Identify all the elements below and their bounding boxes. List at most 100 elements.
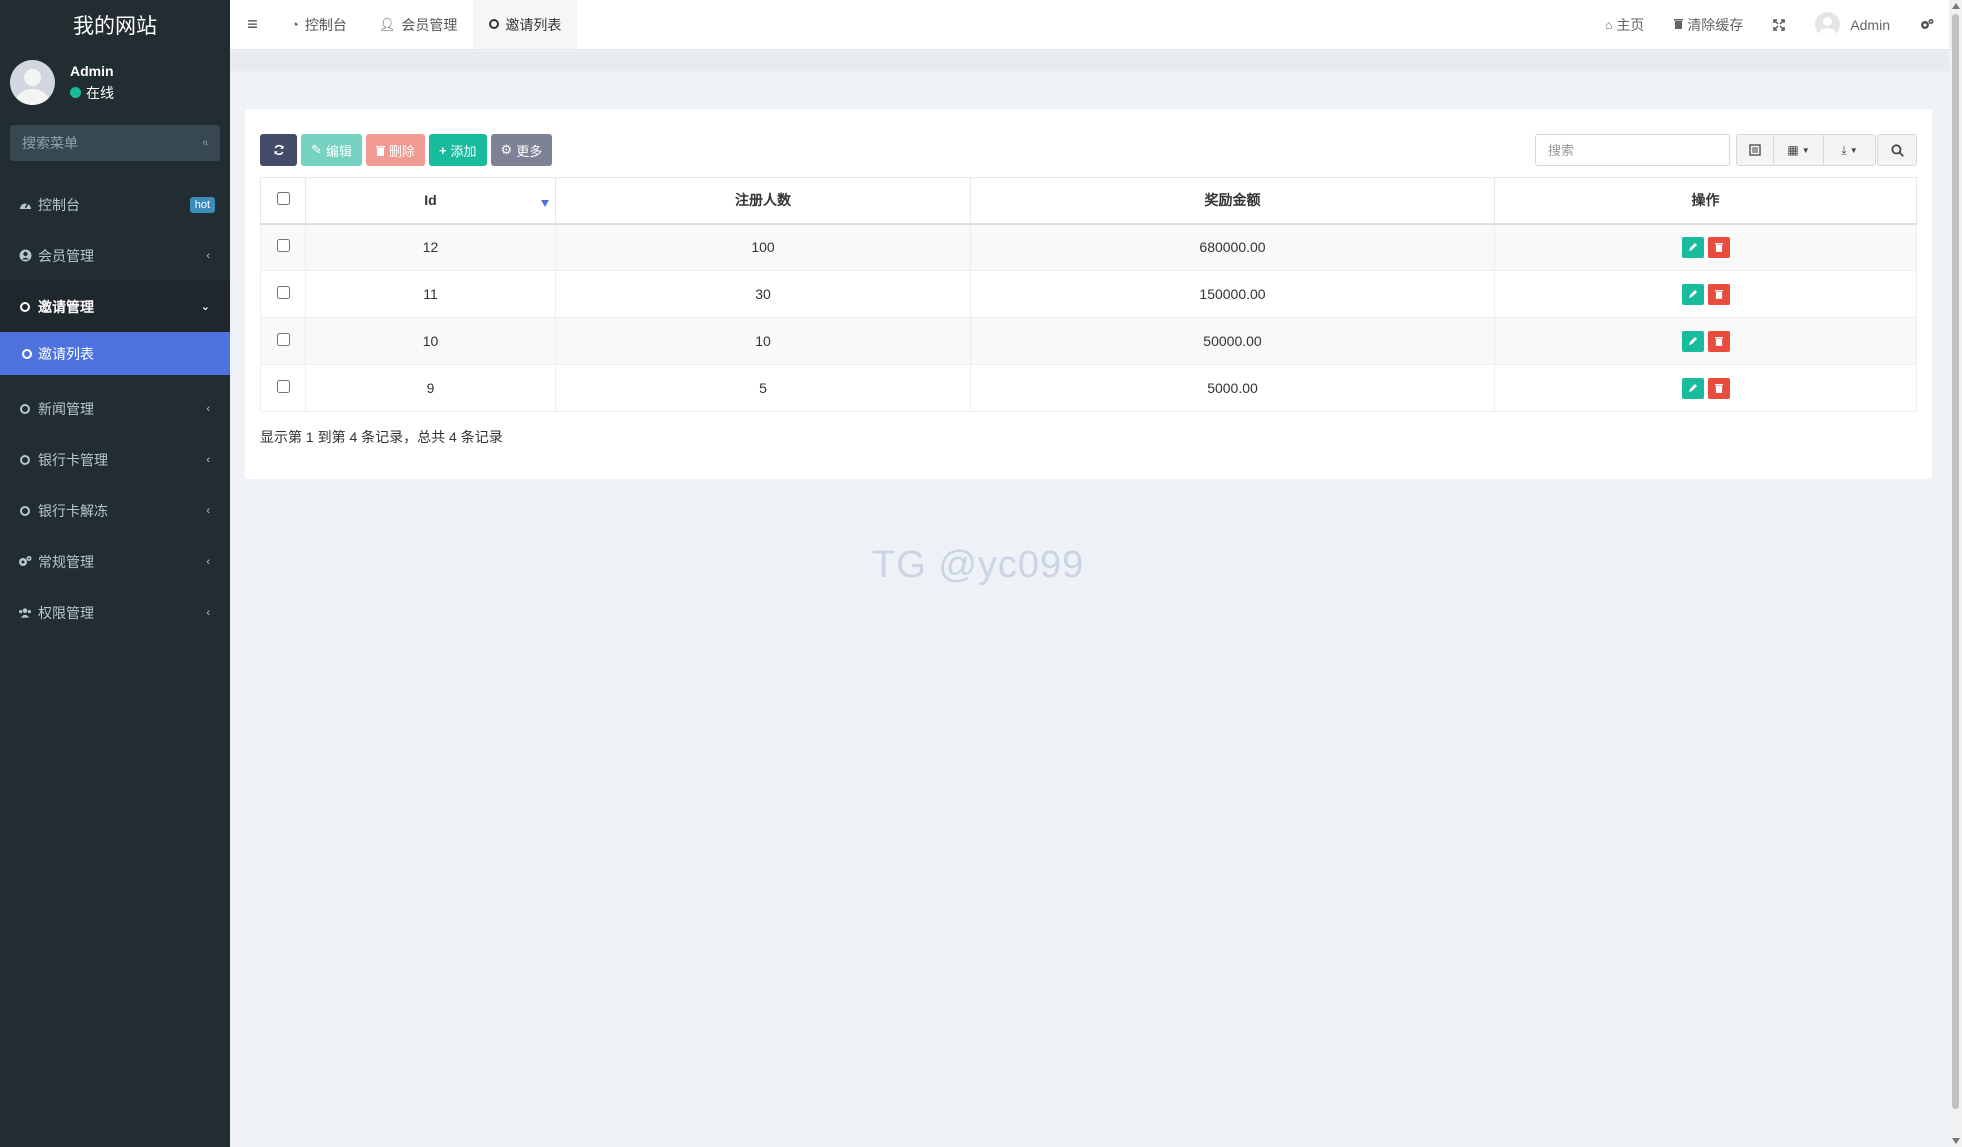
refresh-button[interactable] bbox=[260, 134, 297, 166]
user-menu[interactable]: Admin bbox=[1800, 0, 1905, 50]
card-view-button[interactable] bbox=[1736, 134, 1774, 166]
column-header-registrations: 注册人数 bbox=[555, 177, 971, 225]
tab-label: 邀请列表 bbox=[505, 16, 562, 33]
cell-reward: 150000.00 bbox=[970, 270, 1495, 318]
cell-actions bbox=[1494, 364, 1917, 412]
sidebar-item-bank-unfreeze[interactable]: 银行卡解冻 ‹ bbox=[0, 485, 230, 536]
cell-registrations: 5 bbox=[555, 364, 971, 412]
row-delete-button[interactable] bbox=[1707, 283, 1730, 305]
home-link[interactable]: ⌂ 主页 bbox=[1590, 0, 1659, 50]
settings-gears-icon[interactable] bbox=[1905, 0, 1949, 50]
trash-icon bbox=[1714, 384, 1723, 393]
columns-toggle-button[interactable]: ▦ ▼ bbox=[1774, 134, 1824, 166]
cell-actions bbox=[1494, 317, 1917, 365]
row-checkbox[interactable] bbox=[276, 286, 290, 299]
circle-icon bbox=[18, 300, 32, 314]
chevron-left-icon: ‹ bbox=[206, 606, 210, 619]
user-panel: Admin 在线 bbox=[0, 50, 230, 115]
sidebar-subitem-invite-list[interactable]: 邀请列表 bbox=[0, 332, 230, 375]
scroll-up-arrow-icon[interactable] bbox=[1952, 3, 1960, 9]
scroll-down-arrow-icon[interactable] bbox=[1952, 1138, 1960, 1144]
sidebar-item-label: 银行卡管理 bbox=[38, 451, 108, 468]
search-button[interactable] bbox=[1877, 134, 1917, 166]
sidebar-item-general[interactable]: 常规管理 ‹ bbox=[0, 536, 230, 587]
refresh-icon bbox=[273, 144, 284, 156]
export-button[interactable]: ⤓ ▼ bbox=[1824, 134, 1876, 166]
circle-icon bbox=[18, 504, 32, 518]
sidebar-item-news[interactable]: 新闻管理 ‹ bbox=[0, 383, 230, 434]
trash-icon bbox=[1714, 290, 1723, 299]
home-label: 主页 bbox=[1616, 16, 1645, 33]
sidebar-item-permissions[interactable]: 权限管理 ‹ bbox=[0, 587, 230, 638]
sidebar-item-label: 常规管理 bbox=[38, 553, 94, 570]
add-button[interactable]: + 添加 bbox=[428, 134, 487, 166]
row-checkbox[interactable] bbox=[276, 239, 290, 253]
scroll-thumb[interactable] bbox=[1952, 14, 1959, 1109]
row-checkbox[interactable] bbox=[276, 380, 290, 393]
row-edit-button[interactable] bbox=[1681, 377, 1704, 399]
delete-button[interactable]: 删除 bbox=[365, 134, 425, 166]
circle-icon bbox=[22, 346, 32, 362]
list-view-icon bbox=[1749, 144, 1761, 156]
row-edit-button[interactable] bbox=[1681, 330, 1704, 352]
cell-actions bbox=[1494, 270, 1917, 318]
column-header-id[interactable]: Id bbox=[305, 177, 556, 225]
chevron-left-icon: ‹ bbox=[206, 402, 210, 415]
sidebar-item-label: 权限管理 bbox=[38, 604, 94, 621]
row-select-cell bbox=[260, 270, 306, 318]
pagination-info: 显示第 1 到第 4 条记录，总共 4 条记录 bbox=[260, 429, 503, 445]
row-checkbox[interactable] bbox=[276, 333, 290, 346]
cell-actions bbox=[1494, 223, 1917, 271]
row-delete-button[interactable] bbox=[1707, 236, 1730, 258]
gear-icon: ⚙ bbox=[500, 142, 513, 157]
table-row: 11 30 150000.00 bbox=[260, 270, 1917, 318]
row-edit-button[interactable] bbox=[1681, 236, 1704, 258]
sidebar-subitem-label: 邀请列表 bbox=[38, 345, 94, 362]
tab-members[interactable]: 👤︎ 会员管理 bbox=[363, 0, 474, 49]
search-icon[interactable] bbox=[203, 137, 208, 149]
sidebar-item-dashboard[interactable]: 控制台 hot bbox=[0, 179, 230, 230]
tab-dashboard[interactable]: ◔ 控制台 bbox=[275, 0, 363, 49]
row-edit-button[interactable] bbox=[1681, 283, 1704, 305]
site-logo[interactable]: 我的网站 bbox=[0, 0, 230, 50]
menu-toggle-icon[interactable]: ≡ bbox=[230, 0, 275, 49]
home-icon: ⌂ bbox=[1605, 17, 1613, 32]
cell-reward: 680000.00 bbox=[970, 223, 1495, 271]
more-button[interactable]: ⚙ 更多 bbox=[490, 134, 553, 166]
column-header-actions: 操作 bbox=[1494, 177, 1917, 225]
cell-id: 11 bbox=[305, 270, 556, 318]
row-delete-button[interactable] bbox=[1707, 377, 1730, 399]
sidebar-item-bank-cards[interactable]: 银行卡管理 ‹ bbox=[0, 434, 230, 485]
select-all-checkbox[interactable] bbox=[276, 192, 290, 206]
cell-id: 10 bbox=[305, 317, 556, 365]
invite-table: Id 注册人数 奖励金额 操作 12 100 680000.00 11 30 1… bbox=[260, 177, 1917, 412]
sidebar-item-members[interactable]: 会员管理 ‹ bbox=[0, 230, 230, 281]
sidebar-item-label: 会员管理 bbox=[38, 247, 94, 264]
cell-reward: 5000.00 bbox=[970, 364, 1495, 412]
table-view-controls: ▦ ▼ ⤓ ▼ bbox=[1736, 134, 1876, 166]
caret-down-icon: ▼ bbox=[1801, 145, 1810, 155]
caret-down-icon: ▼ bbox=[1849, 145, 1858, 155]
chevron-down-icon: ⌄ bbox=[200, 301, 210, 313]
page-scrollbar[interactable] bbox=[1949, 0, 1962, 1147]
pencil-icon: ✎ bbox=[311, 142, 322, 157]
online-dot-icon bbox=[70, 87, 81, 98]
trash-icon bbox=[375, 145, 385, 156]
column-header-label: Id bbox=[424, 192, 437, 209]
edit-button[interactable]: ✎ 编辑 bbox=[301, 134, 362, 166]
dashboard-icon: ◔ bbox=[291, 17, 299, 32]
sidebar-item-invites[interactable]: 邀请管理 ⌄ bbox=[0, 281, 230, 332]
plus-icon: + bbox=[438, 142, 447, 158]
table-search-input[interactable] bbox=[1535, 134, 1730, 166]
fullscreen-icon[interactable] bbox=[1758, 0, 1800, 50]
clear-cache-link[interactable]: 清除缓存 bbox=[1659, 0, 1758, 50]
circle-icon bbox=[489, 17, 500, 32]
cell-id: 9 bbox=[305, 364, 556, 412]
menu-search-input[interactable] bbox=[22, 135, 203, 151]
tab-invite-list[interactable]: 邀请列表 bbox=[473, 0, 578, 49]
row-delete-button[interactable] bbox=[1707, 330, 1730, 352]
edit-button-label: 编辑 bbox=[325, 143, 352, 159]
sidebar-item-label: 控制台 bbox=[38, 196, 80, 213]
cell-id: 12 bbox=[305, 223, 556, 271]
pencil-icon bbox=[1688, 243, 1697, 252]
